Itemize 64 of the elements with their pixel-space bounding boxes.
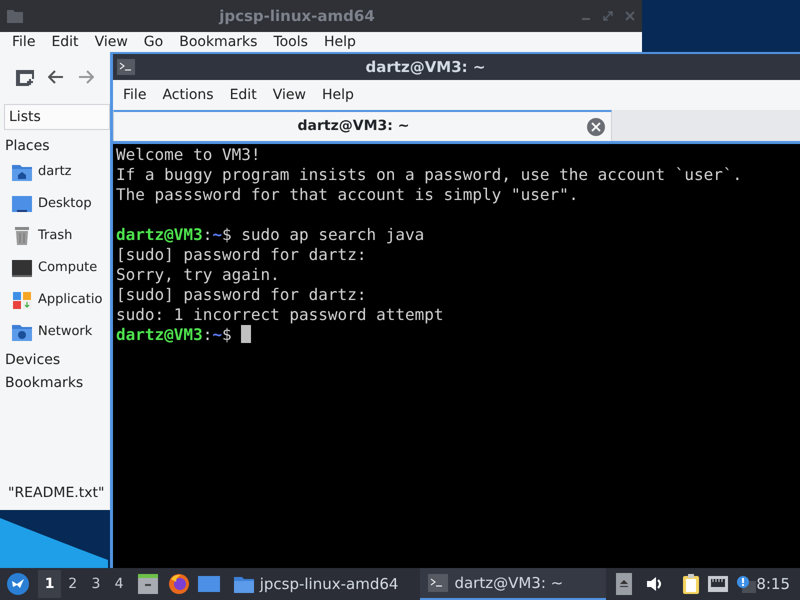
eject-icon[interactable] xyxy=(616,573,632,595)
network-folder-icon xyxy=(12,322,32,342)
file-cabinet-icon[interactable] xyxy=(136,574,159,594)
terminal-line: If a buggy program insists on a password, use the account `user`. xyxy=(116,165,744,185)
folder-icon xyxy=(234,575,254,593)
home-folder-icon xyxy=(12,162,32,182)
terminal-line: [sudo] password for dartz: xyxy=(116,285,368,305)
menu-item[interactable]: Actions xyxy=(154,85,222,105)
menu-item[interactable]: Edit xyxy=(43,32,87,52)
menu-item[interactable]: File xyxy=(4,32,44,52)
forward-icon[interactable] xyxy=(78,70,94,84)
desktop-icon[interactable] xyxy=(198,575,220,593)
computer-icon xyxy=(12,258,32,278)
close-icon[interactable] xyxy=(587,118,605,136)
terminal-line: Sorry, try again. xyxy=(116,265,281,285)
taskbar-task[interactable]: dartz@VM3: ~ xyxy=(420,568,606,600)
folder-icon xyxy=(6,8,24,24)
workspace-button[interactable]: 2 xyxy=(61,570,84,598)
menu-item[interactable]: View xyxy=(86,32,136,52)
menu-item[interactable]: File xyxy=(115,85,154,105)
menu-item[interactable]: Edit xyxy=(222,85,265,105)
terminal-line: dartz@VM3:~$ sudo ap search java xyxy=(116,225,424,244)
sidebar-item[interactable]: Compute xyxy=(0,252,110,284)
menu-item[interactable]: Bookmarks xyxy=(171,32,266,52)
clock[interactable]: 8:15 xyxy=(756,572,800,596)
sidebar-item[interactable]: Trash xyxy=(0,220,110,252)
terminal-line: dartz@VM3:~$ xyxy=(116,325,233,344)
workspace-button[interactable]: 3 xyxy=(84,570,108,598)
status-text: "README.txt" xyxy=(7,484,106,503)
window-title: jpcsp-linux-amd64 xyxy=(218,6,376,27)
sidebar-item[interactable]: Applicatio xyxy=(0,284,110,316)
workspace-button[interactable]: 4 xyxy=(108,570,131,598)
terminal-icon xyxy=(428,574,448,592)
terminal-line: Welcome to VM3! xyxy=(116,145,262,165)
desktop-icon xyxy=(12,194,32,214)
notification-icon[interactable] xyxy=(736,575,756,593)
applications-icon xyxy=(12,290,32,310)
menu-item[interactable]: View xyxy=(264,85,314,105)
menu-item[interactable]: Go xyxy=(136,32,172,52)
terminal-line: sudo: 1 incorrect password attempt xyxy=(116,305,445,325)
window-title: dartz@VM3: ~ xyxy=(364,56,486,78)
terminal-icon xyxy=(117,59,135,75)
section-header: Bookmarks xyxy=(4,374,84,393)
section-header: Devices xyxy=(4,351,62,370)
terminal-line: The passsword for that account is simply "user". xyxy=(116,185,580,205)
terminal-tab[interactable]: dartz@VM3: ~ xyxy=(113,110,612,141)
new-tab-icon[interactable] xyxy=(16,68,34,86)
menu-item[interactable]: Tools xyxy=(265,32,316,52)
sidebar-item[interactable]: Network xyxy=(0,316,110,348)
taskbar-task[interactable]: jpcsp-linux-amd64 xyxy=(226,568,406,600)
section-header: Places xyxy=(4,137,51,156)
back-icon[interactable] xyxy=(48,70,64,84)
trash-icon xyxy=(12,226,32,246)
workspace-button[interactable]: 1 xyxy=(38,570,62,598)
menu-item[interactable]: Help xyxy=(314,85,362,105)
browser-icon[interactable] xyxy=(168,573,190,595)
lists-dropdown[interactable]: Lists xyxy=(4,104,110,130)
clipboard-icon[interactable] xyxy=(682,574,700,594)
network-icon[interactable] xyxy=(708,576,728,592)
sidebar-item[interactable]: Desktop xyxy=(0,188,110,220)
menu-item[interactable]: Help xyxy=(316,32,364,52)
sidebar-item[interactable]: dartz xyxy=(0,156,110,188)
terminal-line: [sudo] password for dartz: xyxy=(116,245,368,265)
start-menu-icon[interactable] xyxy=(6,572,30,596)
